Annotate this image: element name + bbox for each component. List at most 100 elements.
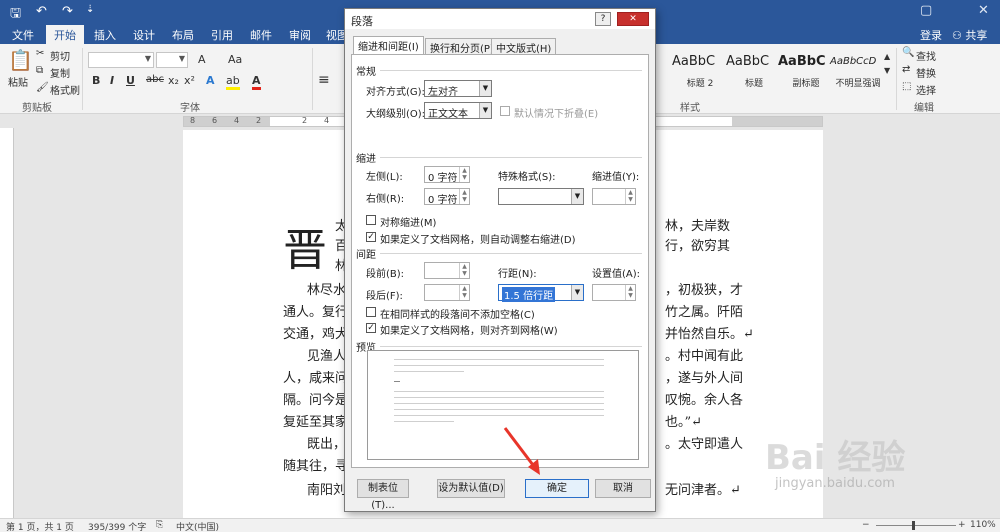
subscript-button[interactable]: x₂	[168, 74, 179, 87]
ruler-number: 6	[212, 116, 218, 125]
spinner-icon[interactable]: ▲ ▼	[459, 285, 469, 300]
tab-file[interactable]: 文件	[12, 27, 34, 43]
format-painter-icon: 🖌	[36, 82, 49, 93]
tab-line-page-breaks[interactable]: 换行和分页(P)	[425, 38, 499, 55]
format-painter-button[interactable]: 格式刷	[50, 82, 80, 97]
ruler-number: 2	[302, 116, 308, 125]
ribbon-separator	[896, 48, 897, 110]
set-default-button[interactable]: 设为默认值(D)	[437, 479, 505, 498]
paste-icon[interactable]: 📋	[8, 48, 33, 72]
tab-indent-spacing[interactable]: 缩进和间距(I)	[353, 36, 424, 55]
style-sample: AaBbC	[778, 54, 826, 69]
spinner-icon[interactable]: ▲ ▼	[625, 285, 635, 300]
style-subtitle[interactable]: AaBbC 副标题	[778, 50, 830, 92]
right-indent-input[interactable]: 0 字符 ▲ ▼	[424, 188, 470, 206]
vertical-ruler[interactable]	[0, 128, 14, 518]
alignment-select[interactable]: 左对齐 ▼	[424, 80, 492, 98]
tab-references[interactable]: 引用	[211, 27, 233, 43]
redo-icon[interactable]: ↷	[62, 4, 73, 19]
no-space-same-style-checkbox[interactable]	[366, 307, 376, 317]
collapsed-checkbox[interactable]	[500, 106, 510, 116]
cancel-button[interactable]: 取消	[595, 479, 651, 498]
underline-button[interactable]: U	[126, 74, 135, 87]
page-count[interactable]: 第 1 页，共 1 页	[6, 520, 74, 532]
zoom-in-button[interactable]: +	[958, 520, 966, 530]
style-heading2[interactable]: AaBbC 标题 2	[672, 50, 724, 92]
line-spacing-select[interactable]: 1.5 倍行距 ▼	[498, 284, 584, 302]
close-icon[interactable]: ✕	[978, 3, 989, 18]
share-button[interactable]: ⚇ 共享	[952, 27, 987, 43]
strikethrough-button[interactable]: abc	[146, 74, 164, 85]
chevron-down-icon: ▼	[571, 285, 583, 300]
section-divider	[380, 157, 642, 158]
styles-scroll-up-icon[interactable]: ▲	[884, 52, 890, 61]
space-before-input[interactable]: ▲ ▼	[424, 262, 470, 279]
special-indent-select[interactable]: ▼	[498, 188, 584, 205]
dialog-title-bar[interactable]: 段落 ? ✕	[345, 9, 655, 29]
ruler-number: 4	[324, 116, 330, 125]
outline-level-select[interactable]: 正文文本 ▼	[424, 102, 492, 120]
spinner-icon[interactable]: ▲ ▼	[459, 167, 469, 182]
align-left-icon[interactable]: ≡	[318, 72, 330, 88]
cut-button[interactable]: 剪切	[50, 48, 70, 63]
tab-layout[interactable]: 布局	[172, 27, 194, 43]
zoom-level[interactable]: 110%	[970, 520, 996, 530]
ok-button[interactable]: 确定	[525, 479, 589, 498]
space-after-input[interactable]: ▲ ▼	[424, 284, 470, 301]
font-name-combo[interactable]: ▼	[88, 52, 154, 68]
style-title[interactable]: AaBbC 标题	[726, 50, 778, 92]
spinner-icon[interactable]: ▲ ▼	[459, 189, 469, 204]
spinner-icon[interactable]: ▲ ▼	[625, 189, 635, 204]
login-link[interactable]: 登录	[920, 27, 942, 43]
styles-scroll-down-icon[interactable]: ▼	[884, 66, 890, 75]
close-button[interactable]: ✕	[617, 12, 649, 26]
auto-adjust-checkbox[interactable]: ✓	[366, 232, 376, 242]
status-bar: 第 1 页，共 1 页 395/399 个字 ⎘ 中文(中国) − + 110%	[0, 518, 1000, 532]
style-subtle-emphasis[interactable]: AaBbCcD 不明显强调	[830, 50, 882, 92]
zoom-out-button[interactable]: −	[862, 520, 870, 530]
language-indicator[interactable]: 中文(中国)	[176, 520, 219, 532]
tabs-button[interactable]: 制表位(T)...	[357, 479, 409, 511]
tab-asian-typography[interactable]: 中文版式(H)	[491, 38, 557, 55]
change-case-button[interactable]: Aa	[228, 53, 242, 66]
font-size-combo[interactable]: ▼	[156, 52, 188, 68]
bold-button[interactable]: B	[92, 74, 100, 87]
grow-font-icon[interactable]: A	[198, 53, 206, 66]
text-line: 无问津者。↵	[665, 483, 741, 498]
chevron-down-icon: ▼	[479, 81, 491, 96]
zoom-slider[interactable]	[876, 525, 956, 526]
copy-button[interactable]: 复制	[50, 65, 70, 80]
help-button[interactable]: ?	[595, 12, 611, 26]
text-effects-icon[interactable]: A	[206, 74, 215, 87]
save-icon[interactable]: 🖫	[10, 4, 21, 26]
font-color-icon[interactable]: A	[252, 74, 261, 90]
highlight-icon[interactable]: ab	[226, 74, 240, 90]
word-count[interactable]: 395/399 个字	[88, 520, 146, 532]
customize-icon[interactable]: ⇣	[86, 4, 94, 15]
superscript-button[interactable]: x²	[184, 74, 195, 87]
proofing-icon[interactable]: ⎘	[156, 520, 163, 530]
section-divider	[380, 346, 642, 347]
tab-insert[interactable]: 插入	[94, 27, 116, 43]
tab-home[interactable]: 开始	[46, 25, 84, 44]
restore-icon[interactable]: ▢	[920, 3, 932, 18]
text-line: 既出，	[307, 437, 347, 452]
left-indent-input[interactable]: 0 字符 ▲ ▼	[424, 166, 470, 184]
spacing-at-input[interactable]: ▲ ▼	[592, 284, 636, 301]
text-line: 林尽水	[307, 283, 347, 298]
italic-button[interactable]: I	[110, 74, 114, 87]
undo-icon[interactable]: ↶	[36, 4, 47, 19]
replace-button[interactable]: 替换	[916, 65, 936, 80]
tab-design[interactable]: 设计	[133, 27, 155, 43]
zoom-slider-thumb[interactable]	[912, 521, 915, 530]
snap-to-grid-checkbox[interactable]: ✓	[366, 323, 376, 333]
tab-mailings[interactable]: 邮件	[250, 27, 272, 43]
indent-by-input[interactable]: ▲ ▼	[592, 188, 636, 205]
spinner-icon[interactable]: ▲ ▼	[459, 263, 469, 278]
find-button[interactable]: 查找	[916, 48, 936, 63]
select-button[interactable]: 选择	[916, 82, 936, 97]
mirror-indent-checkbox[interactable]	[366, 215, 376, 225]
chevron-down-icon: ▼	[571, 189, 583, 204]
paste-button[interactable]: 粘贴	[8, 74, 28, 89]
tab-review[interactable]: 审阅	[289, 27, 311, 43]
